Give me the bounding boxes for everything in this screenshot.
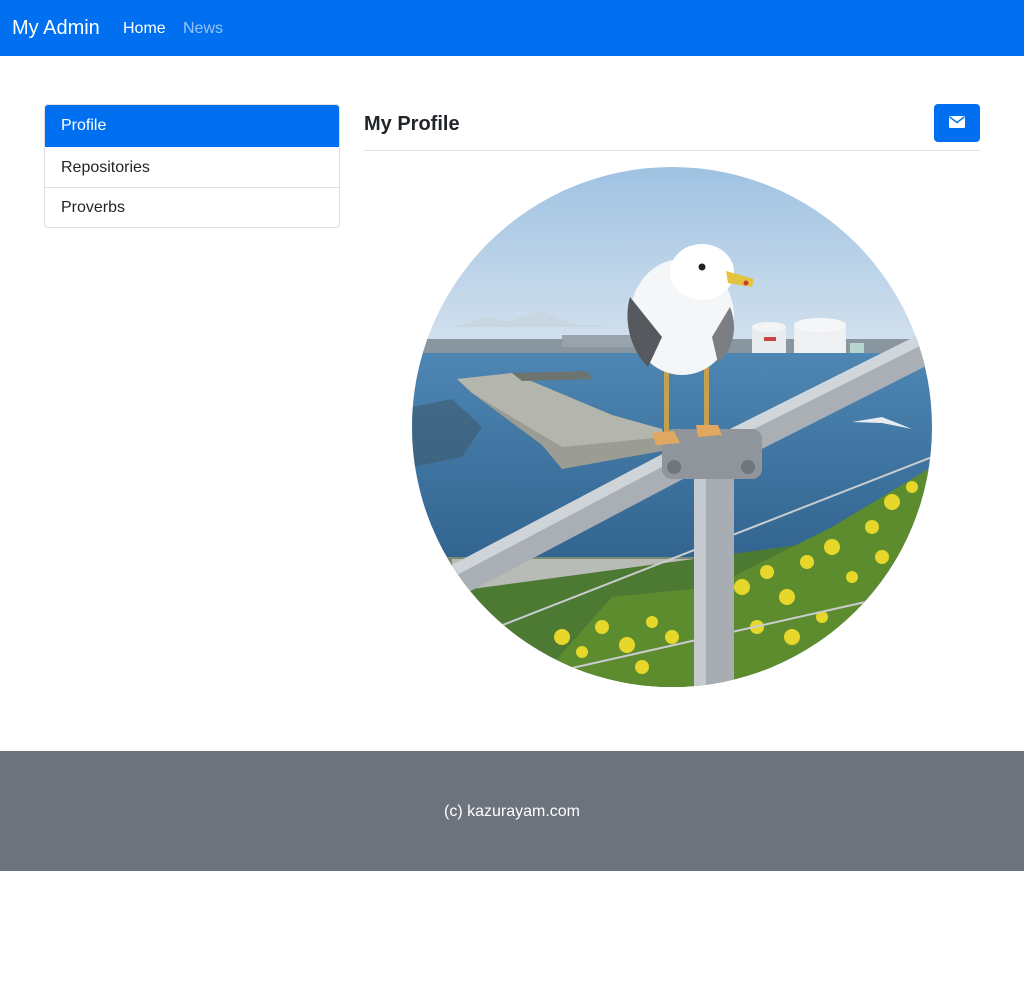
seagull-photo [412, 167, 932, 687]
nav-link-home[interactable]: Home [123, 19, 166, 38]
sidebar-item-profile[interactable]: Profile [45, 105, 339, 147]
envelope-icon [949, 116, 965, 128]
sidebar-item-repositories[interactable]: Repositories [45, 147, 339, 188]
top-navbar: My Admin Home News [0, 0, 1024, 56]
sidebar-list: Profile Repositories Proverbs [44, 104, 340, 228]
footer-copyright: (c) kazurayam.com [443, 803, 581, 820]
footer: (c) kazurayam.com [0, 751, 1024, 871]
title-divider [364, 150, 980, 151]
nav-link-news[interactable]: News [183, 19, 223, 38]
sidebar-item-proverbs[interactable]: Proverbs [45, 187, 339, 227]
mail-button[interactable] [934, 104, 980, 142]
profile-avatar [412, 167, 932, 687]
brand-link[interactable]: My Admin [12, 16, 100, 40]
page-title: My Profile [364, 113, 460, 135]
